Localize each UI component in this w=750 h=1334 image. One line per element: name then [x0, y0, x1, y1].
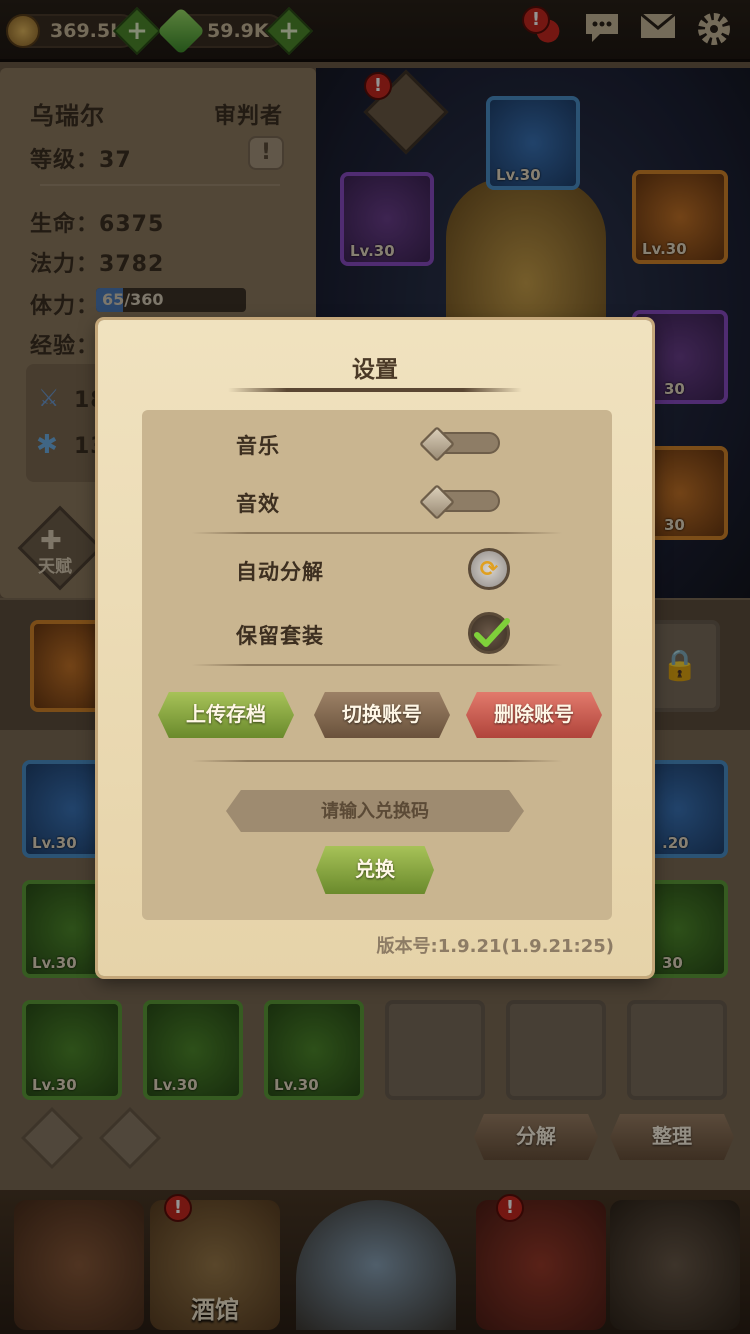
- divider: [192, 532, 562, 534]
- recycle-icon: ⟳: [479, 557, 499, 582]
- redeem-code-input[interactable]: [226, 790, 524, 832]
- settings-panel: 音乐 音效 自动分解 ⟳ 保留套装 上传存档 切换账号 删除账号: [142, 410, 612, 920]
- sfx-toggle[interactable]: [418, 483, 500, 521]
- music-toggle[interactable]: [418, 425, 500, 463]
- keep-sets-label: 保留套装: [236, 624, 324, 648]
- auto-decompose-label: 自动分解: [236, 560, 324, 584]
- music-label: 音乐: [236, 434, 280, 458]
- sfx-label: 音效: [236, 492, 280, 516]
- divider: [192, 664, 562, 666]
- title-divider: [228, 388, 522, 392]
- version-text: 版本号:1.9.21(1.9.21:25): [376, 936, 614, 957]
- upload-save-button[interactable]: 上传存档: [158, 692, 294, 738]
- delete-account-button[interactable]: 删除账号: [466, 692, 602, 738]
- divider: [192, 760, 562, 762]
- game-screen: 369.5K 59.9K ● ! 乌瑞尔 审判者 等级：37 ! 生命：6375…: [0, 0, 750, 1334]
- dialog-title: 设置: [352, 357, 398, 383]
- keep-sets-checkbox[interactable]: [468, 612, 510, 654]
- settings-dialog: 设置 音乐 音效 自动分解 ⟳ 保留套装 上传存档 切换账号 删除账号 兑换 版: [98, 320, 652, 976]
- auto-decompose-button[interactable]: ⟳: [468, 548, 510, 590]
- redeem-button[interactable]: 兑换: [316, 846, 434, 894]
- switch-account-button[interactable]: 切换账号: [314, 692, 450, 738]
- checkmark-icon: [474, 618, 510, 647]
